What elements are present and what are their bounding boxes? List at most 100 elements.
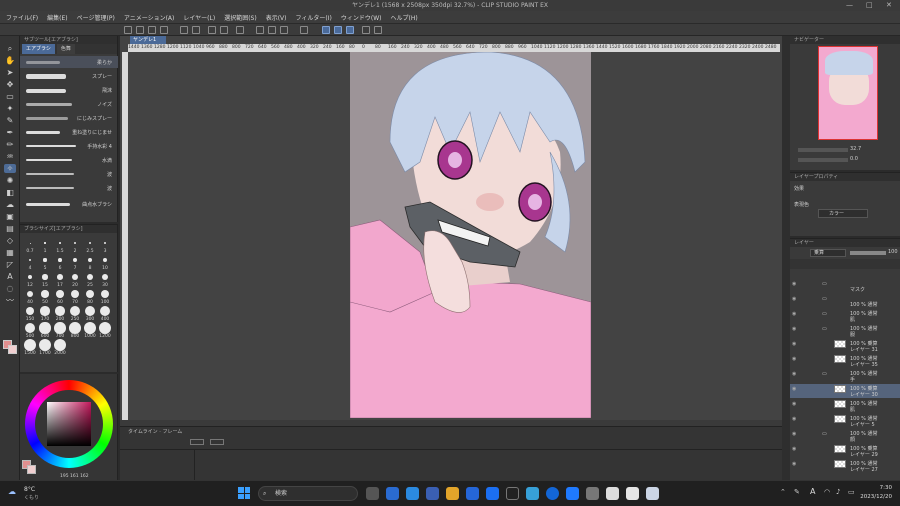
layer-folder-row[interactable]: ◉ ▭ 100 % 通常 <box>790 294 900 308</box>
menu-page[interactable]: ページ管理(P) <box>77 13 115 22</box>
menu-help[interactable]: ヘルプ(H) <box>390 13 417 22</box>
audio-app-icon[interactable] <box>526 487 539 500</box>
clip-studio-taskbar-icon[interactable] <box>626 487 639 500</box>
layer-folder-row[interactable]: ◉ ▭ 100 % 通常手 <box>790 369 900 383</box>
brush-size-dot[interactable] <box>102 257 108 263</box>
menu-animation[interactable]: アニメーション(A) <box>124 13 175 22</box>
brush-size-dot[interactable] <box>24 322 36 334</box>
navigator-preview[interactable] <box>818 46 878 140</box>
operation-icon[interactable]: ➤ <box>4 68 16 77</box>
settings-icon[interactable] <box>586 487 599 500</box>
tab-airbrush[interactable]: エアブラシ <box>22 44 55 54</box>
maximize-icon[interactable]: □ <box>866 0 873 11</box>
visibility-eye-icon[interactable]: ◉ <box>792 401 796 407</box>
visibility-eye-icon[interactable]: ◉ <box>792 446 796 452</box>
brush-size-dot[interactable] <box>58 258 62 262</box>
save-icon[interactable] <box>160 26 168 34</box>
brush-item[interactable]: 曲点水ブラシ <box>20 198 118 210</box>
brush-size-dot[interactable] <box>40 306 50 316</box>
zoom-value[interactable]: 32.7 <box>850 146 861 152</box>
volume-icon[interactable]: ♪ <box>836 488 840 496</box>
layer-row[interactable]: ◉ 100 % 乗算 レイヤー 30 <box>790 384 900 398</box>
airbrush-icon[interactable]: ✧ <box>4 164 16 173</box>
clock-time[interactable]: 7:30 <box>860 485 892 491</box>
brush-size-dot[interactable] <box>86 273 94 281</box>
brush-size-dot[interactable] <box>41 290 49 298</box>
deselect-icon[interactable] <box>268 26 276 34</box>
rotate-slider[interactable] <box>798 158 848 162</box>
layer-folder-row[interactable]: ◉ ▭ 100 % 通常服 <box>790 324 900 338</box>
brush-size-dot[interactable] <box>99 305 111 317</box>
menu-edit[interactable]: 編集(E) <box>47 13 67 22</box>
balloon-icon[interactable]: ◌ <box>4 284 16 293</box>
menu-file[interactable]: ファイル(F) <box>6 13 38 22</box>
redo-icon[interactable] <box>192 26 200 34</box>
pen-tray-icon[interactable]: ✎ <box>794 488 800 496</box>
brush-item[interactable]: 波 <box>20 168 118 180</box>
close-icon[interactable]: ✕ <box>886 0 892 11</box>
visibility-eye-icon[interactable]: ◉ <box>792 371 796 377</box>
crop-icon[interactable] <box>300 26 308 34</box>
grid-icon[interactable] <box>374 26 382 34</box>
brush-size-dot[interactable] <box>39 322 51 334</box>
wifi-icon[interactable]: ◠ <box>824 488 830 496</box>
brush-item[interactable]: 重ね塗りにじませ <box>20 126 118 138</box>
brush-size-dot[interactable] <box>42 274 48 280</box>
brush-size-dot[interactable] <box>26 290 34 298</box>
brush-item[interactable]: 柔らか <box>20 56 118 68</box>
hand-icon[interactable]: ✋ <box>4 56 16 65</box>
layer-row[interactable]: ◉ 100 % 通常 レイヤー 27 <box>790 459 900 473</box>
select-all-icon[interactable] <box>256 26 264 34</box>
home-icon[interactable] <box>124 26 132 34</box>
clock-date[interactable]: 2023/12/20 <box>850 494 892 500</box>
visibility-eye-icon[interactable]: ◉ <box>792 326 796 332</box>
auto-select-icon[interactable]: ✦ <box>4 104 16 113</box>
brush-size-dot[interactable] <box>99 322 111 334</box>
brush-item[interactable]: 波 <box>20 182 118 194</box>
eraser-icon[interactable]: ◧ <box>4 188 16 197</box>
snap-grid-icon[interactable] <box>346 26 354 34</box>
menu-layer[interactable]: レイヤー(L) <box>183 13 215 22</box>
gradient-icon[interactable]: ▤ <box>4 224 16 233</box>
open-file-icon[interactable] <box>148 26 156 34</box>
opacity-value[interactable]: 100 <box>888 249 898 255</box>
snap-ruler-icon[interactable] <box>322 26 330 34</box>
brush-size-dot[interactable] <box>29 242 31 244</box>
visibility-eye-icon[interactable]: ◉ <box>792 281 796 287</box>
transform-icon[interactable] <box>236 26 244 34</box>
brush-item[interactable]: 水滴 <box>20 154 118 166</box>
amazon-icon[interactable] <box>506 487 519 500</box>
undo-icon[interactable] <box>180 26 188 34</box>
brush-item[interactable]: にじみスプレー <box>20 112 118 124</box>
explorer-icon[interactable] <box>446 487 459 500</box>
blend-icon[interactable]: ☁ <box>4 200 16 209</box>
opacity-slider[interactable] <box>850 251 886 255</box>
brush-size-dot[interactable] <box>101 273 109 281</box>
layer-folder-row[interactable]: ◉ ▭ 100 % 通常顔 <box>790 429 900 443</box>
invert-selection-icon[interactable] <box>280 26 288 34</box>
figure-icon[interactable]: ◇ <box>4 236 16 245</box>
sub-color-swatch[interactable] <box>8 345 17 354</box>
brush-size-dot[interactable] <box>84 305 96 317</box>
brush-size-dot[interactable] <box>74 242 76 244</box>
brush-size-dot[interactable] <box>44 242 46 244</box>
brush-size-dot[interactable] <box>70 306 80 316</box>
pen-icon[interactable]: ✒ <box>4 128 16 137</box>
mail-icon[interactable] <box>466 487 479 500</box>
layer-folder-row[interactable]: ◉ ▭ 100 % 通常肌 <box>790 309 900 323</box>
zoom-slider[interactable] <box>798 148 848 152</box>
teams-icon[interactable] <box>386 487 399 500</box>
task-view-icon[interactable] <box>366 487 379 500</box>
ime-indicator[interactable]: A <box>810 487 815 496</box>
fill-tool-icon[interactable]: ▣ <box>4 212 16 221</box>
dropbox-icon[interactable] <box>486 487 499 500</box>
blend-mode-select[interactable]: 乗算 <box>810 249 846 257</box>
brush-item[interactable]: ノイズ <box>20 98 118 110</box>
play-button[interactable] <box>190 439 204 445</box>
clip-studio-paint-taskbar-icon[interactable] <box>646 487 659 500</box>
menu-selection[interactable]: 選択範囲(S) <box>224 13 257 22</box>
layer-row[interactable]: ◉ 100 % 乗算 レイヤー 31 <box>790 339 900 353</box>
layer-folder-row[interactable]: ◉ ▭ マスク <box>790 279 900 293</box>
correct-line-icon[interactable]: 〰 <box>4 296 16 305</box>
brush-size-dot[interactable] <box>71 290 79 298</box>
